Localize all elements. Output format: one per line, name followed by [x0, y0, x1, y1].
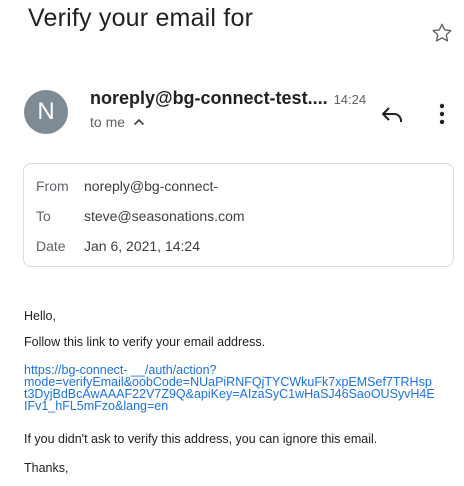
message-details-card: From noreply@bg-connect- To steve@season… [23, 163, 454, 267]
verify-link[interactable]: https://bg-connect- __/auth/action? mode… [24, 364, 450, 413]
chevron-up-icon [133, 118, 145, 126]
body-instruction: Follow this link to verify your email ad… [24, 335, 266, 349]
date-value: Jan 6, 2021, 14:24 [84, 238, 200, 254]
avatar-letter: N [37, 98, 55, 125]
sender-avatar[interactable]: N [24, 90, 68, 134]
recipient-summary: to me [90, 114, 126, 130]
to-value[interactable]: steve@seasonations.com [84, 208, 245, 224]
to-label: To [36, 208, 51, 224]
detail-row-to: To steve@seasonations.com [36, 208, 245, 224]
from-label: From [36, 178, 69, 194]
date-label: Date [36, 238, 66, 254]
body-signoff: Thanks, [24, 461, 69, 475]
detail-row-date: Date Jan 6, 2021, 14:24 [36, 238, 200, 254]
from-value[interactable]: noreply@bg-connect- [84, 178, 218, 194]
reply-icon[interactable] [380, 104, 404, 126]
sender-name[interactable]: noreply@bg-connect-test.... [90, 88, 328, 109]
star-icon[interactable] [431, 22, 453, 44]
body-greeting: Hello, [24, 309, 56, 323]
verify-link-line: IFv1_hFL5mFzo&lang=en [24, 399, 169, 413]
body-ignore-note: If you didn't ask to verify this address… [24, 432, 378, 446]
detail-row-from: From noreply@bg-connect- [36, 178, 218, 194]
email-subject: Verify your email for [28, 4, 254, 32]
more-vertical-icon[interactable] [437, 102, 447, 126]
recipient-toggle[interactable]: to me [90, 114, 145, 130]
message-time: 14:24 [333, 92, 367, 107]
sender-line: noreply@bg-connect-test.... 14:24 [90, 88, 366, 109]
